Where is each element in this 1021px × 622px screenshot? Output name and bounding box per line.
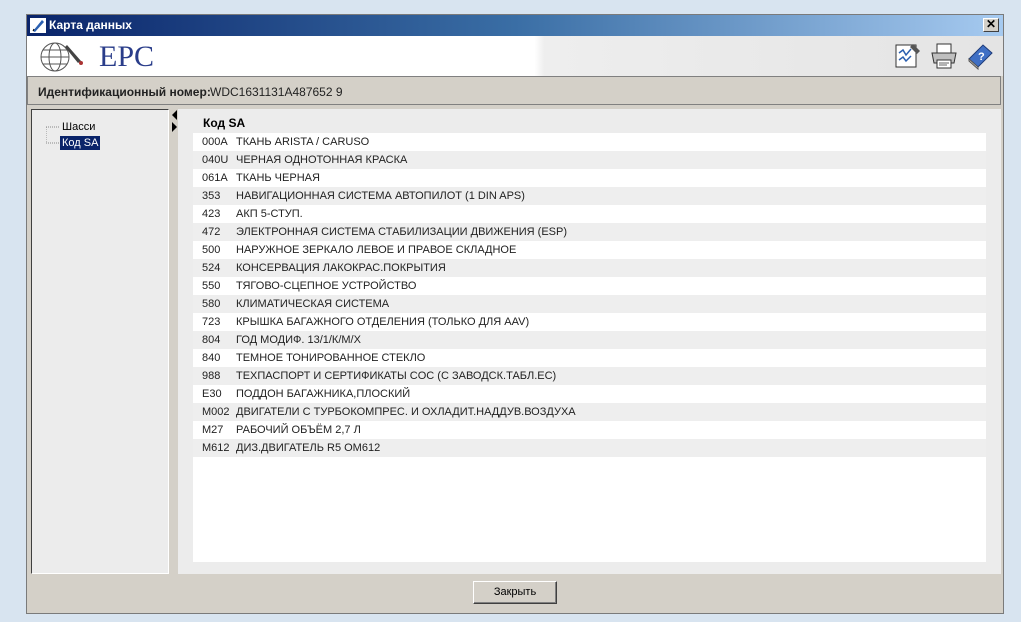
list-item[interactable]: M27 РАБОЧИЙ ОБЪЁМ 2,7 Л [193,421,986,439]
data-card-window: Карта данных ✕ EPC ? Идентификационный н… [26,14,1004,614]
title-bar[interactable]: Карта данных ✕ [27,15,1003,36]
identification-number-label: Идентификационный номер: [38,85,211,99]
sa-code: 804 [202,334,221,346]
list-item[interactable]: 472 ЭЛЕКТРОННАЯ СИСТЕМА СТАБИЛИЗАЦИИ ДВИЖ… [193,223,986,241]
sa-description: РАБОЧИЙ ОБЪЁМ 2,7 Л [236,424,361,436]
sa-code: 580 [202,298,221,310]
sa-description: КЛИМАТИЧЕСКАЯ СИСТЕМА [236,298,390,310]
help-book-icon[interactable]: ? [965,41,995,71]
list-item[interactable]: 500 НАРУЖНОЕ ЗЕРКАЛО ЛЕВОЕ И ПРАВОЕ СКЛАД… [193,241,986,259]
sa-code: 550 [202,280,221,292]
epc-logo-text: EPC [99,40,155,73]
list-item[interactable]: 040U ЧЕРНАЯ ОДНОТОННАЯ КРАСКА [193,151,986,169]
print-icon[interactable] [929,41,959,71]
globe-logo-icon [40,42,83,72]
sa-code-header: Код SA [203,116,246,130]
sa-code: 500 [202,244,221,256]
sa-code: 423 [202,208,221,220]
sa-description: ТЯГОВО-СЦЕПНОЕ УСТРОЙСТВО [236,280,417,292]
list-item[interactable]: E30 ПОДДОН БАГАЖНИКА,ПЛОСКИЙ [193,385,986,403]
sa-description: ДВИГАТЕЛИ С ТУРБОКОМПРЕС. И ОХЛАДИТ.НАДД… [236,406,576,418]
window-close-button[interactable]: ✕ [983,18,999,32]
list-item[interactable]: 804 ГОД МОДИФ. 13/1/К/М/Х [193,331,986,349]
navigation-tree: Шасси Код SA [31,109,169,574]
list-item[interactable]: 840 ТЕМНОЕ ТОНИРОВАННОЕ СТЕКЛО [193,349,986,367]
sa-code-panel: Код SA 000A ТКАНЬ ARISTA / CARUSO 040U ЧЕРН… [178,109,1001,574]
list-item[interactable]: 723 КРЫШКА БАГАЖНОГО ОТДЕЛЕНИЯ (ТОЛЬКО ДЛ… [193,313,986,331]
sa-description: КОНСЕРВАЦИЯ ЛАКОКРАС.ПОКРЫТИЯ [236,262,446,274]
sa-code: M612 [202,442,230,454]
sa-code: 061A [202,172,228,184]
list-item[interactable]: 524 КОНСЕРВАЦИЯ ЛАКОКРАС.ПОКРЫТИЯ [193,259,986,277]
sa-code: 988 [202,370,221,382]
sa-description: НАРУЖНОЕ ЗЕРКАЛО ЛЕВОЕ И ПРАВОЕ СКЛАДНОЕ [236,244,517,256]
window-title: Карта данных [49,18,132,32]
sa-description: ТКАНЬ ЧЕРНАЯ [236,172,320,184]
sa-description: АКП 5-СТУП. [236,208,303,220]
report-icon[interactable] [893,41,923,71]
sa-code: M27 [202,424,224,436]
sa-description: ТЕХПАСПОРТ И СЕРТИФИКАТЫ COC (С ЗАВОДСК.… [236,370,557,382]
sa-description: ГОД МОДИФ. 13/1/К/М/Х [236,334,361,346]
tree-connector-lines [46,126,60,144]
epc-banner: EPC ? [27,36,1003,76]
sa-description: ПОДДОН БАГАЖНИКА,ПЛОСКИЙ [236,388,411,400]
list-item[interactable]: 353 НАВИГАЦИОННАЯ СИСТЕМА АВТОПИЛОТ (1 DI… [193,187,986,205]
bottom-bar: Закрыть [27,575,1003,613]
identification-bar: Идентификационный номер: WDC1631131A4876… [27,76,1001,105]
list-item[interactable]: 580 КЛИМАТИЧЕСКАЯ СИСТЕМА [193,295,986,313]
svg-text:?: ? [978,51,985,63]
sa-description: ДИЗ.ДВИГАТЕЛЬ R5 OM612 [236,442,381,454]
collapse-splitter-arrows-icon[interactable] [171,109,178,574]
sa-description: КРЫШКА БАГАЖНОГО ОТДЕЛЕНИЯ (ТОЛЬКО ДЛЯ A… [236,316,530,328]
sa-code: 353 [202,190,221,202]
sa-description: НАВИГАЦИОННАЯ СИСТЕМА АВТОПИЛОТ (1 DIN A… [236,190,525,202]
sa-code: M002 [202,406,230,418]
identification-number-value: WDC1631131A487652 9 [210,85,343,99]
app-quill-icon [30,18,46,33]
list-item[interactable]: 423 АКП 5-СТУП. [193,205,986,223]
list-item[interactable]: M002 ДВИГАТЕЛИ С ТУРБОКОМПРЕС. И ОХЛАДИТ.… [193,403,986,421]
sa-code: 723 [202,316,221,328]
close-button[interactable]: Закрыть [473,581,557,604]
list-item[interactable]: 000A ТКАНЬ ARISTA / CARUSO [193,133,986,151]
tree-item-chassis[interactable]: Шасси [60,120,97,134]
list-item[interactable]: 988 ТЕХПАСПОРТ И СЕРТИФИКАТЫ COC (С ЗАВОД… [193,367,986,385]
list-item[interactable]: 550 ТЯГОВО-СЦЕПНОЕ УСТРОЙСТВО [193,277,986,295]
sa-code: 840 [202,352,221,364]
sa-code-list[interactable]: 000A ТКАНЬ ARISTA / CARUSO 040U ЧЕРНАЯ ОДНО… [193,133,986,562]
sa-code: 000A [202,136,228,148]
sa-code: 040U [202,154,229,166]
sa-code: 524 [202,262,221,274]
tree-item-sa-code[interactable]: Код SA [60,136,101,150]
sa-description: ТКАНЬ ARISTA / CARUSO [236,136,370,148]
sa-description: ЧЕРНАЯ ОДНОТОННАЯ КРАСКА [236,154,408,166]
sa-description: ТЕМНОЕ ТОНИРОВАННОЕ СТЕКЛО [236,352,426,364]
list-item[interactable]: M612 ДИЗ.ДВИГАТЕЛЬ R5 OM612 [193,439,986,457]
sa-code: E30 [202,388,222,400]
sa-code: 472 [202,226,221,238]
list-item[interactable]: 061A ТКАНЬ ЧЕРНАЯ [193,169,986,187]
sa-description: ЭЛЕКТРОННАЯ СИСТЕМА СТАБИЛИЗАЦИИ ДВИЖЕНИ… [236,226,568,238]
